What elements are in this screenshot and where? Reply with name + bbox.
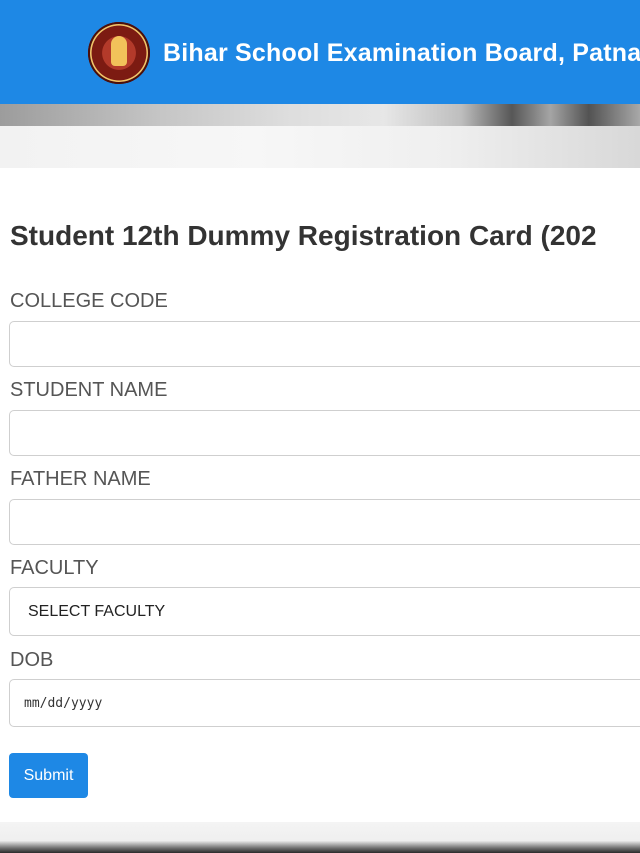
student-name-label: STUDENT NAME	[10, 379, 168, 401]
father-name-input[interactable]	[9, 499, 640, 545]
faculty-select[interactable]: SELECT FACULTY	[9, 587, 640, 636]
bseb-emblem-icon	[88, 22, 150, 84]
header-banner-image	[0, 104, 640, 168]
dob-label: DOB	[10, 649, 54, 671]
footer-banner-image	[0, 822, 640, 853]
site-title: Bihar School Examination Board, Patna	[163, 39, 640, 67]
registration-form-card: Student 12th Dummy Registration Card (20…	[0, 168, 640, 822]
faculty-selected-value: SELECT FACULTY	[28, 603, 166, 620]
dob-date-input[interactable]: mm/dd/yyyy	[9, 679, 640, 727]
faculty-label: FACULTY	[10, 557, 99, 579]
submit-button[interactable]: Submit	[9, 753, 88, 798]
father-name-label: FATHER NAME	[10, 468, 151, 490]
dob-placeholder: mm/dd/yyyy	[24, 696, 103, 711]
college-code-input[interactable]	[9, 321, 640, 367]
college-code-label: COLLEGE CODE	[10, 290, 168, 312]
student-name-input[interactable]	[9, 410, 640, 456]
form-title: Student 12th Dummy Registration Card (20…	[10, 220, 597, 251]
site-header: Bihar School Examination Board, Patna	[0, 0, 640, 104]
